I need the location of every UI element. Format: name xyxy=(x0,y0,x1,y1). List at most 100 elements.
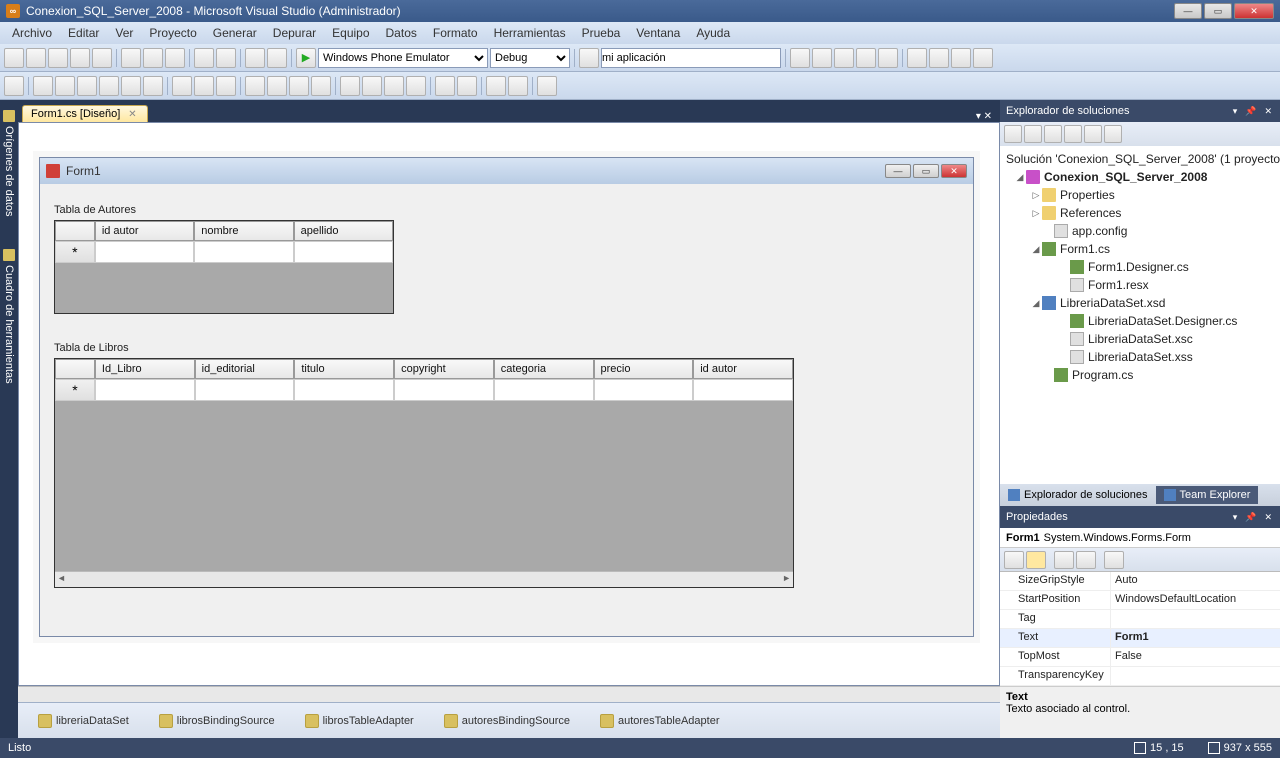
same-width-icon[interactable] xyxy=(172,76,192,96)
cell[interactable] xyxy=(294,379,394,401)
solution-tree[interactable]: Solución 'Conexion_SQL_Server_2008' (1 p… xyxy=(1000,146,1280,484)
cell[interactable] xyxy=(195,379,295,401)
col-titulo[interactable]: titulo xyxy=(294,359,394,379)
menu-formato[interactable]: Formato xyxy=(425,24,486,42)
comp-librostableadapter[interactable]: librosTableAdapter xyxy=(305,714,414,728)
cell[interactable] xyxy=(194,241,293,263)
prop-row-tag[interactable]: Tag xyxy=(1000,610,1280,629)
tab-solution-explorer[interactable]: Explorador de soluciones xyxy=(1000,486,1156,504)
hspace-inc-icon[interactable] xyxy=(267,76,287,96)
hspace-rem-icon[interactable] xyxy=(311,76,331,96)
align-bottom-icon[interactable] xyxy=(143,76,163,96)
redo-icon[interactable] xyxy=(216,48,236,68)
datagridview-libros[interactable]: Id_Libro id_editorial titulo copyright c… xyxy=(54,358,794,588)
tb-f-icon[interactable] xyxy=(907,48,927,68)
copy-icon[interactable] xyxy=(143,48,163,68)
undo-icon[interactable] xyxy=(194,48,214,68)
maximize-button[interactable]: ▭ xyxy=(1204,3,1232,19)
tb-h-icon[interactable] xyxy=(951,48,971,68)
comp-librosbindingsource[interactable]: librosBindingSource xyxy=(159,714,275,728)
new-project-icon[interactable] xyxy=(4,48,24,68)
designer-hscroll[interactable] xyxy=(18,686,1000,702)
panel-close-icon[interactable]: ✕ xyxy=(1262,512,1274,523)
cell[interactable] xyxy=(95,379,195,401)
tb-c-icon[interactable] xyxy=(834,48,854,68)
cell[interactable] xyxy=(394,379,494,401)
tb-b-icon[interactable] xyxy=(812,48,832,68)
refresh-icon[interactable] xyxy=(1044,125,1062,143)
menu-depurar[interactable]: Depurar xyxy=(265,24,324,42)
menu-prueba[interactable]: Prueba xyxy=(574,24,629,42)
expander-icon[interactable]: ▷ xyxy=(1030,190,1042,201)
comp-autorestableadapter[interactable]: autoresTableAdapter xyxy=(600,714,720,728)
search-input[interactable] xyxy=(601,48,781,68)
align-grid-icon[interactable] xyxy=(4,76,24,96)
menu-ayuda[interactable]: Ayuda xyxy=(688,24,738,42)
same-size-icon[interactable] xyxy=(216,76,236,96)
properties-icon[interactable] xyxy=(1004,125,1022,143)
menu-equipo[interactable]: Equipo xyxy=(324,24,377,42)
property-pages-icon[interactable] xyxy=(1104,551,1124,569)
menu-editar[interactable]: Editar xyxy=(60,24,107,42)
data-sources-tab[interactable]: Orígenes de datos xyxy=(2,104,16,223)
cut-icon[interactable] xyxy=(121,48,141,68)
view-class-diagram-icon[interactable] xyxy=(1104,125,1122,143)
col-id-libro[interactable]: Id_Libro xyxy=(95,359,195,379)
panel-dropdown-icon[interactable]: ▾ xyxy=(1231,106,1240,117)
save-icon[interactable] xyxy=(70,48,90,68)
cell[interactable] xyxy=(294,241,393,263)
form-close-button[interactable]: ✕ xyxy=(941,164,967,178)
prop-row-text[interactable]: TextForm1 xyxy=(1000,629,1280,648)
col-id-autor2[interactable]: id autor xyxy=(693,359,793,379)
align-middle-icon[interactable] xyxy=(121,76,141,96)
tb-g-icon[interactable] xyxy=(929,48,949,68)
save-all-icon[interactable] xyxy=(92,48,112,68)
show-all-files-icon[interactable] xyxy=(1024,125,1042,143)
align-left-icon[interactable] xyxy=(33,76,53,96)
align-top-icon[interactable] xyxy=(99,76,119,96)
view-designer-icon[interactable] xyxy=(1084,125,1102,143)
tb-i-icon[interactable] xyxy=(973,48,993,68)
bring-front-icon[interactable] xyxy=(486,76,506,96)
start-debug-icon[interactable]: ▶ xyxy=(296,48,316,68)
col-copyright[interactable]: copyright xyxy=(394,359,494,379)
menu-proyecto[interactable]: Proyecto xyxy=(141,24,204,42)
close-button[interactable]: ✕ xyxy=(1234,3,1274,19)
properties-grid[interactable]: SizeGripStyleAutoStartPositionWindowsDef… xyxy=(1000,572,1280,686)
view-code-icon[interactable] xyxy=(1064,125,1082,143)
doc-tab-close-icon[interactable]: ✕ xyxy=(126,109,138,120)
platform-selector[interactable]: Windows Phone Emulator xyxy=(318,48,488,68)
designer-surface[interactable]: Form1 — ▭ ✕ Tabla de Autores id autor no… xyxy=(18,122,1000,686)
align-center-icon[interactable] xyxy=(55,76,75,96)
panel-close-icon[interactable]: ✕ xyxy=(1262,106,1274,117)
properties-target[interactable]: Form1System.Windows.Forms.Form xyxy=(1000,528,1280,548)
vspace-dec-icon[interactable] xyxy=(384,76,404,96)
panel-pin-icon[interactable]: 📌 xyxy=(1243,512,1258,523)
prop-row-transparencykey[interactable]: TransparencyKey xyxy=(1000,667,1280,686)
vspace-eq-icon[interactable] xyxy=(340,76,360,96)
col-precio[interactable]: precio xyxy=(594,359,694,379)
tab-team-explorer[interactable]: Team Explorer xyxy=(1156,486,1259,504)
panel-pin-icon[interactable]: 📌 xyxy=(1243,106,1258,117)
expander-icon[interactable]: ◢ xyxy=(1030,298,1042,309)
menu-ventana[interactable]: Ventana xyxy=(628,24,688,42)
hspace-eq-icon[interactable] xyxy=(245,76,265,96)
menu-archivo[interactable]: Archivo xyxy=(4,24,60,42)
align-right-icon[interactable] xyxy=(77,76,97,96)
menu-datos[interactable]: Datos xyxy=(378,24,425,42)
send-back-icon[interactable] xyxy=(508,76,528,96)
toolbox-tab[interactable]: Cuadro de herramientas xyxy=(2,243,16,390)
events-icon[interactable] xyxy=(1076,551,1096,569)
tb-a-icon[interactable] xyxy=(790,48,810,68)
config-selector[interactable]: Debug xyxy=(490,48,570,68)
nav-back-icon[interactable] xyxy=(245,48,265,68)
cell[interactable] xyxy=(494,379,594,401)
form-window[interactable]: Form1 — ▭ ✕ Tabla de Autores id autor no… xyxy=(39,157,974,637)
alphabetical-icon[interactable] xyxy=(1026,551,1046,569)
cell[interactable] xyxy=(693,379,793,401)
menu-ver[interactable]: Ver xyxy=(107,24,141,42)
col-id-autor[interactable]: id autor xyxy=(95,221,194,241)
col-categoria[interactable]: categoria xyxy=(494,359,594,379)
form-maximize-button[interactable]: ▭ xyxy=(913,164,939,178)
properties-pane-icon[interactable] xyxy=(1054,551,1074,569)
